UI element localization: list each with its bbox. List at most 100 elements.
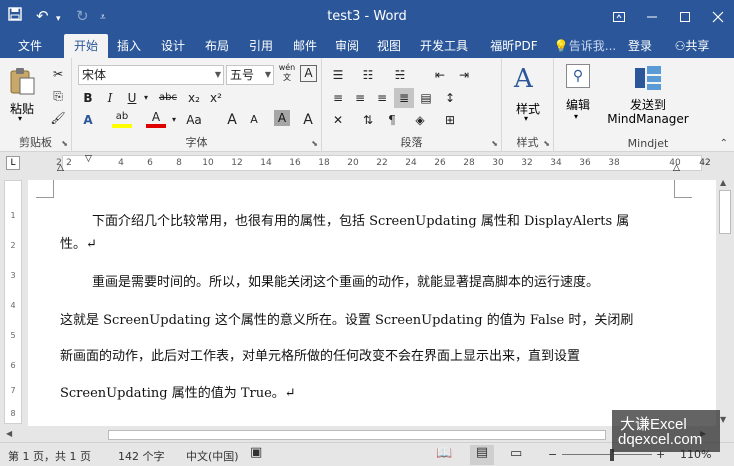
justify-icon[interactable]: ≣ — [394, 88, 414, 108]
borders-icon[interactable]: ⊞ — [440, 110, 460, 130]
chevron-down-icon[interactable]: ▾ — [168, 110, 180, 130]
grow-font-button[interactable]: A — [222, 110, 242, 130]
bold-button[interactable]: B — [78, 88, 98, 108]
paragraph-line[interactable]: 下面介绍几个比较常用，也很有用的属性，包括 ScreenUpdating 属性和… — [60, 213, 672, 231]
paragraph-line[interactable]: 这就是 ScreenUpdating 这个属性的意义所在。设置 ScreenUp… — [60, 312, 672, 330]
tab-mailings[interactable]: 邮件 — [286, 34, 324, 58]
paragraph-line[interactable]: 性。↵ — [60, 236, 672, 254]
scroll-left-icon[interactable]: ◀ — [6, 429, 12, 438]
tab-references[interactable]: 引用 — [242, 34, 280, 58]
align-right-icon[interactable]: ≡ — [372, 88, 392, 108]
tab-insert[interactable]: 插入 — [110, 34, 148, 58]
tab-layout[interactable]: 布局 — [198, 34, 236, 58]
subscript-button[interactable]: x₂ — [184, 88, 204, 108]
chevron-down-icon: ▼ — [214, 70, 221, 79]
align-center-icon[interactable]: ≡ — [350, 88, 370, 108]
paragraph-line[interactable]: ScreenUpdating 属性的值为 True。↵ — [60, 385, 672, 403]
macro-record-icon[interactable]: ▣ — [250, 445, 262, 460]
align-left-icon[interactable]: ≡ — [328, 88, 348, 108]
strikethrough-button[interactable]: abc — [156, 88, 180, 108]
scroll-thumb[interactable] — [719, 190, 731, 234]
decrease-indent-icon[interactable]: ⇤ — [430, 65, 450, 85]
multilevel-list-icon[interactable]: ☵ — [390, 65, 410, 85]
person-icon: ⚇ — [674, 39, 686, 53]
italic-button[interactable]: I — [100, 88, 120, 108]
underline-button[interactable]: U — [122, 88, 142, 108]
tab-foxit-pdf[interactable]: 福昕PDF — [482, 34, 546, 58]
ribbon-display-options-icon[interactable] — [602, 0, 635, 34]
chevron-down-icon: ▾ — [18, 114, 23, 123]
clear-formatting-icon[interactable]: A — [298, 110, 318, 130]
close-icon[interactable] — [701, 0, 734, 34]
tab-file[interactable]: 文件 — [8, 34, 52, 58]
sign-in-link[interactable]: 登录 — [624, 34, 656, 58]
copy-icon[interactable]: ⎘ — [48, 86, 68, 106]
change-case-button[interactable]: Aa — [184, 110, 204, 130]
font-size-combo[interactable]: 五号 ▼ — [226, 65, 274, 85]
ruler-number: 38 — [608, 158, 620, 168]
word-count[interactable]: 142 个字 — [118, 448, 165, 464]
dialog-launcher-icon[interactable]: ⬊ — [543, 139, 550, 148]
tell-me-box[interactable]: 💡告诉我... — [552, 34, 618, 58]
dialog-launcher-icon[interactable]: ⬊ — [491, 139, 498, 148]
phonetic-guide-icon[interactable]: wén 文 — [278, 63, 296, 83]
tab-selector-icon[interactable]: L — [6, 156, 20, 170]
char-shading-icon[interactable]: A — [274, 110, 290, 126]
editing-button[interactable]: ⚲ 编辑 ▾ — [558, 64, 598, 124]
print-layout-icon[interactable]: ▤ — [470, 445, 494, 465]
language-indicator[interactable]: 中文(中国) — [186, 448, 239, 464]
scroll-thumb[interactable] — [108, 430, 606, 440]
paragraph-line[interactable]: 重画是需要时间的。所以，如果能关闭这个重画的动作，就能显著提高脚本的运行速度。 — [60, 274, 672, 292]
tab-design[interactable]: 设计 — [154, 34, 192, 58]
read-mode-icon[interactable]: 📖 — [436, 446, 452, 461]
format-painter-icon[interactable]: 🖌 — [48, 108, 68, 128]
tab-view[interactable]: 视图 — [370, 34, 408, 58]
numbering-icon[interactable]: ☷ — [358, 65, 378, 85]
paste-button[interactable]: 粘贴 ▾ — [4, 64, 40, 123]
minimize-icon[interactable] — [635, 0, 668, 34]
show-marks-icon[interactable]: ¶ — [382, 110, 402, 130]
sort-icon[interactable]: ⇅ — [358, 110, 378, 130]
bullets-icon[interactable]: ☰ — [328, 65, 348, 85]
text-effects-icon[interactable]: A — [78, 110, 98, 130]
line-spacing-icon[interactable]: ↕ — [440, 88, 460, 108]
font-color-icon[interactable]: A — [146, 110, 166, 128]
ruler-number: 36 — [579, 158, 591, 168]
vertical-scrollbar[interactable]: ▲ ▼ — [716, 176, 734, 426]
superscript-button[interactable]: x² — [206, 88, 226, 108]
web-layout-icon[interactable]: ▭ — [510, 446, 522, 461]
chevron-down-icon[interactable]: ▾ — [140, 88, 152, 108]
send-to-mindmanager-button[interactable]: 发送到 MindManager — [602, 64, 694, 130]
maximize-icon[interactable] — [668, 0, 701, 34]
shading-icon[interactable]: ◈ — [410, 110, 430, 130]
crop-mark — [674, 180, 692, 198]
cut-icon[interactable]: ✂ — [48, 64, 68, 84]
share-button[interactable]: ⚇共享 — [664, 34, 720, 58]
char-border-icon[interactable]: A — [300, 65, 317, 82]
tab-review[interactable]: 审阅 — [328, 34, 366, 58]
dialog-launcher-icon[interactable]: ⬊ — [61, 139, 68, 148]
shrink-font-button[interactable]: A — [244, 110, 264, 130]
paragraph-line[interactable]: 新画面的动作，此后对工作表，对单元格所做的任何改变不会在界面上显示出来，直到设置 — [60, 348, 672, 366]
scroll-up-icon[interactable]: ▲ — [720, 178, 726, 187]
collapse-ribbon-icon[interactable]: ⌃ — [720, 138, 728, 149]
first-line-indent-marker[interactable]: ▽ — [85, 154, 92, 164]
font-name-combo[interactable]: 宋体 ▼ — [78, 65, 224, 85]
ruler-number: 18 — [318, 158, 330, 168]
scroll-down-icon[interactable]: ▼ — [720, 415, 726, 424]
document-page[interactable]: 下面介绍几个比较常用，也很有用的属性，包括 ScreenUpdating 属性和… — [28, 180, 716, 426]
zoom-slider[interactable] — [562, 454, 652, 455]
distributed-icon[interactable]: ▤ — [416, 88, 436, 108]
vertical-ruler[interactable]: 1 2 3 4 5 6 7 8 — [4, 180, 22, 424]
horizontal-ruler[interactable]: L ▽ △ △ 2 2 4 6 8 10 12 14 16 18 20 22 2… — [0, 152, 734, 174]
increase-indent-icon[interactable]: ⇥ — [454, 65, 474, 85]
highlight-icon[interactable]: ab — [112, 110, 132, 128]
tab-home[interactable]: 开始 — [64, 34, 108, 58]
chinese-layout-icon[interactable]: ✕ — [328, 110, 348, 130]
styles-button[interactable]: A 样式 ▾ — [508, 64, 548, 124]
tab-developer[interactable]: 开发工具 — [414, 34, 474, 58]
page-count[interactable]: 第 1 页，共 1 页 — [8, 448, 91, 464]
zoom-out-icon[interactable]: − — [548, 448, 557, 461]
ruler-bar[interactable]: ▽ △ △ 2 2 4 6 8 10 12 14 16 18 20 22 24 … — [56, 154, 711, 173]
dialog-launcher-icon[interactable]: ⬊ — [311, 139, 318, 148]
